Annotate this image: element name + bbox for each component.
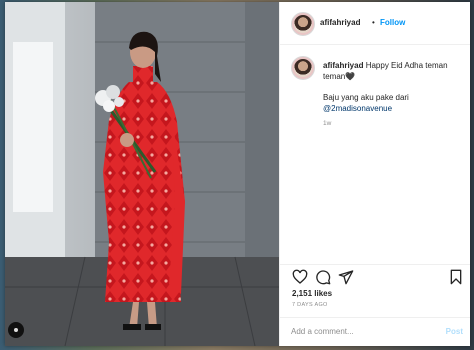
caption-username[interactable]: afifahriyad [323,61,363,70]
follow-button[interactable]: Follow [380,18,405,27]
action-bar [280,264,470,285]
author-avatar[interactable] [291,12,315,36]
comment-input[interactable] [291,327,431,336]
caption-author-avatar[interactable] [291,56,315,80]
caption-time[interactable]: 1w [323,120,331,127]
viewer-avatar[interactable] [8,322,24,338]
likes-count[interactable]: 2,151 likes [292,289,332,298]
header-separator: • [372,18,375,27]
heart-icon[interactable] [292,269,308,285]
post-caption: afifahriyad Happy Eid Adha teman teman🖤 … [323,59,465,114]
bookmark-icon[interactable] [448,269,464,285]
post-header: afifahriyad • Follow [280,2,470,45]
caption-text-2: Baju yang aku pake dari [323,93,409,102]
post-image [5,2,279,346]
post-photo[interactable] [5,2,279,346]
header-username[interactable]: afifahriyad [320,18,360,27]
post-modal: afifahriyad • Follow afifahriyad Happy E… [5,2,470,346]
comment-bar: Post [280,317,470,346]
post-comment-button[interactable]: Post [446,327,463,336]
comment-icon[interactable] [315,269,331,285]
post-side-panel: afifahriyad • Follow afifahriyad Happy E… [279,2,470,346]
post-date[interactable]: 7 DAYS AGO [292,302,328,308]
share-icon[interactable] [338,269,354,285]
caption-mention-link[interactable]: @2madisonavenue [323,103,465,114]
